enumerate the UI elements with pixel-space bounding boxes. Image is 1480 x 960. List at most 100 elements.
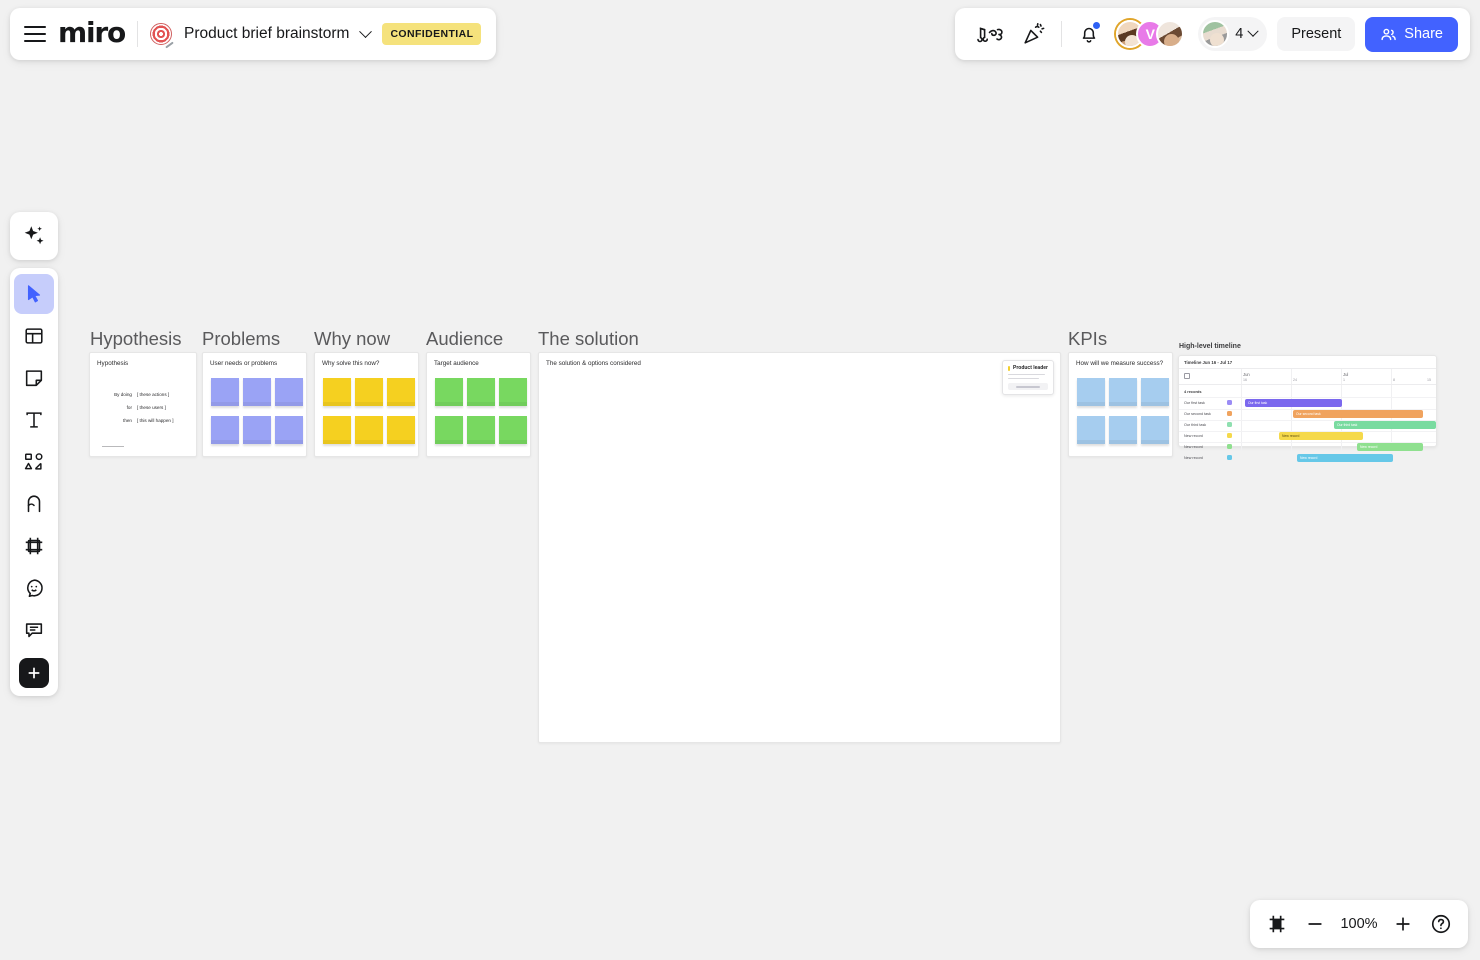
frame-kpis[interactable]: How will we measure success? bbox=[1068, 352, 1173, 457]
timeline-row-swatch bbox=[1227, 455, 1232, 460]
hypothesis-value-0: [ these actions ] bbox=[137, 392, 170, 397]
frame-tool[interactable] bbox=[14, 526, 54, 566]
sticky-note[interactable] bbox=[467, 378, 495, 406]
avatar[interactable] bbox=[1201, 20, 1230, 48]
frame-why-now[interactable]: Why solve this now? bbox=[314, 352, 419, 457]
board-header-left: miro Product brief brainstorm CONFIDENTI… bbox=[10, 8, 496, 60]
timeline-row-swatch bbox=[1227, 400, 1232, 405]
shapes-tool[interactable] bbox=[14, 442, 54, 482]
share-button[interactable]: Share bbox=[1365, 16, 1458, 52]
miro-logo[interactable]: miro bbox=[58, 18, 126, 50]
templates-tool[interactable] bbox=[14, 316, 54, 356]
minus-icon bbox=[1308, 923, 1322, 925]
hypothesis-value-2: [ this will happen ] bbox=[137, 418, 174, 423]
product-leader-card[interactable]: Product leader bbox=[1002, 360, 1054, 396]
sticky-note[interactable] bbox=[1109, 416, 1137, 444]
sticky-note[interactable] bbox=[275, 416, 303, 444]
timeline-month-2: Jul bbox=[1343, 371, 1349, 377]
frame-the-solution[interactable]: The solution & options considered Produc… bbox=[538, 352, 1061, 743]
zoom-in-button[interactable] bbox=[1386, 907, 1420, 941]
party-popper-icon[interactable] bbox=[1017, 17, 1051, 51]
sticky-note[interactable] bbox=[1077, 416, 1105, 444]
timeline-group-label: 4 records bbox=[1184, 389, 1202, 394]
hypothesis-lead-2: then bbox=[123, 418, 132, 423]
chevron-down-icon[interactable] bbox=[359, 24, 373, 38]
timeline-task-name-4: New record bbox=[1184, 445, 1203, 449]
frame-hypothesis[interactable]: Hypothesis By doing [ these actions ] fo… bbox=[89, 352, 197, 457]
comment-icon bbox=[25, 623, 43, 638]
sticky-note[interactable] bbox=[243, 416, 271, 444]
frame-title-kpis[interactable]: KPIs bbox=[1068, 328, 1107, 350]
frame-title-why-now[interactable]: Why now bbox=[314, 328, 390, 350]
timeline-bar-2[interactable]: Our third task bbox=[1334, 421, 1436, 429]
chevron-down-icon[interactable] bbox=[1247, 25, 1259, 37]
comment-tool[interactable] bbox=[14, 610, 54, 650]
hamburger-icon[interactable] bbox=[24, 26, 46, 42]
confidential-badge[interactable]: CONFIDENTIAL bbox=[382, 23, 482, 45]
sticky-note[interactable] bbox=[499, 378, 527, 406]
timeline-bar-0[interactable]: Our first task bbox=[1245, 399, 1342, 407]
product-leader-card-title: Product leader bbox=[1012, 365, 1048, 371]
sticky-note[interactable] bbox=[1141, 416, 1169, 444]
zoom-level[interactable]: 100% bbox=[1336, 916, 1382, 932]
sticky-note[interactable] bbox=[275, 378, 303, 406]
more-apps-tool[interactable] bbox=[19, 658, 49, 688]
timeline-bar-3[interactable]: New record bbox=[1279, 432, 1363, 440]
frame-title-hypothesis[interactable]: Hypothesis bbox=[90, 328, 182, 350]
sticky-note[interactable] bbox=[387, 416, 415, 444]
sticker-icon bbox=[27, 579, 43, 598]
ai-sparkle-tool[interactable] bbox=[10, 212, 58, 260]
sticky-note[interactable] bbox=[387, 378, 415, 406]
sticky-note[interactable] bbox=[435, 378, 463, 406]
sticky-note[interactable] bbox=[1077, 378, 1105, 406]
sticky-note[interactable] bbox=[435, 416, 463, 444]
sticky-note[interactable] bbox=[323, 378, 351, 406]
sticker-tool[interactable] bbox=[14, 568, 54, 608]
product-leader-card-button[interactable] bbox=[1008, 383, 1048, 391]
cursor-icon bbox=[27, 285, 41, 303]
present-button[interactable]: Present bbox=[1277, 17, 1356, 51]
pen-tool[interactable] bbox=[14, 484, 54, 524]
sticky-note[interactable] bbox=[1141, 378, 1169, 406]
timeline-day-0: 16 bbox=[1243, 378, 1247, 382]
sticky-note[interactable] bbox=[499, 416, 527, 444]
zoom-toolbar: 100% bbox=[1250, 900, 1468, 948]
frame-audience[interactable]: Target audience bbox=[426, 352, 531, 457]
sticky-note[interactable] bbox=[323, 416, 351, 444]
zoom-out-button[interactable] bbox=[1298, 907, 1332, 941]
bell-icon[interactable] bbox=[1072, 17, 1106, 51]
select-tool[interactable] bbox=[14, 274, 54, 314]
board-canvas[interactable]: Hypothesis Problems Why now Audience The… bbox=[0, 0, 1480, 960]
collaborator-avatars[interactable]: V bbox=[1116, 20, 1185, 48]
hypothesis-lead-0: By doing bbox=[114, 392, 132, 397]
frame-label-problems: User needs or problems bbox=[210, 360, 278, 367]
sticky-note[interactable] bbox=[211, 416, 239, 444]
high-level-timeline[interactable]: Timeline Jun 16 - Jul 17 Jun 16 24 Jul 1… bbox=[1178, 355, 1437, 462]
timeline-bar-1[interactable]: Our second task bbox=[1293, 410, 1423, 418]
text-tool[interactable] bbox=[14, 400, 54, 440]
timeline-task-name-3: New record bbox=[1184, 434, 1203, 438]
timeline-bar-4[interactable]: New record bbox=[1357, 443, 1423, 451]
frames-panel-icon[interactable] bbox=[1260, 907, 1294, 941]
frame-title-problems[interactable]: Problems bbox=[202, 328, 280, 350]
text-icon bbox=[26, 412, 42, 428]
board-title[interactable]: Product brief brainstorm bbox=[184, 25, 349, 43]
sticky-note[interactable] bbox=[243, 378, 271, 406]
timeline-grid[interactable]: Jun 16 24 Jul 1 8 15 4 records Our first… bbox=[1179, 368, 1436, 462]
frame-label-hypothesis: Hypothesis bbox=[97, 360, 129, 367]
sticky-note[interactable] bbox=[211, 378, 239, 406]
sticky-note[interactable] bbox=[355, 378, 383, 406]
sticky-note[interactable] bbox=[467, 416, 495, 444]
frame-title-the-solution[interactable]: The solution bbox=[538, 328, 639, 350]
collaborator-count-pill[interactable]: 4 bbox=[1198, 17, 1268, 51]
sticky-note[interactable] bbox=[1109, 378, 1137, 406]
timeline-bar-5[interactable]: New record bbox=[1297, 454, 1393, 462]
avatar[interactable] bbox=[1156, 20, 1185, 48]
sticky-note[interactable] bbox=[355, 416, 383, 444]
frame-problems[interactable]: User needs or problems bbox=[202, 352, 307, 457]
timeline-day-4: 15 bbox=[1427, 378, 1431, 382]
music-notes-icon[interactable] bbox=[973, 17, 1007, 51]
help-button[interactable] bbox=[1424, 907, 1458, 941]
frame-title-audience[interactable]: Audience bbox=[426, 328, 503, 350]
sticky-note-tool[interactable] bbox=[14, 358, 54, 398]
